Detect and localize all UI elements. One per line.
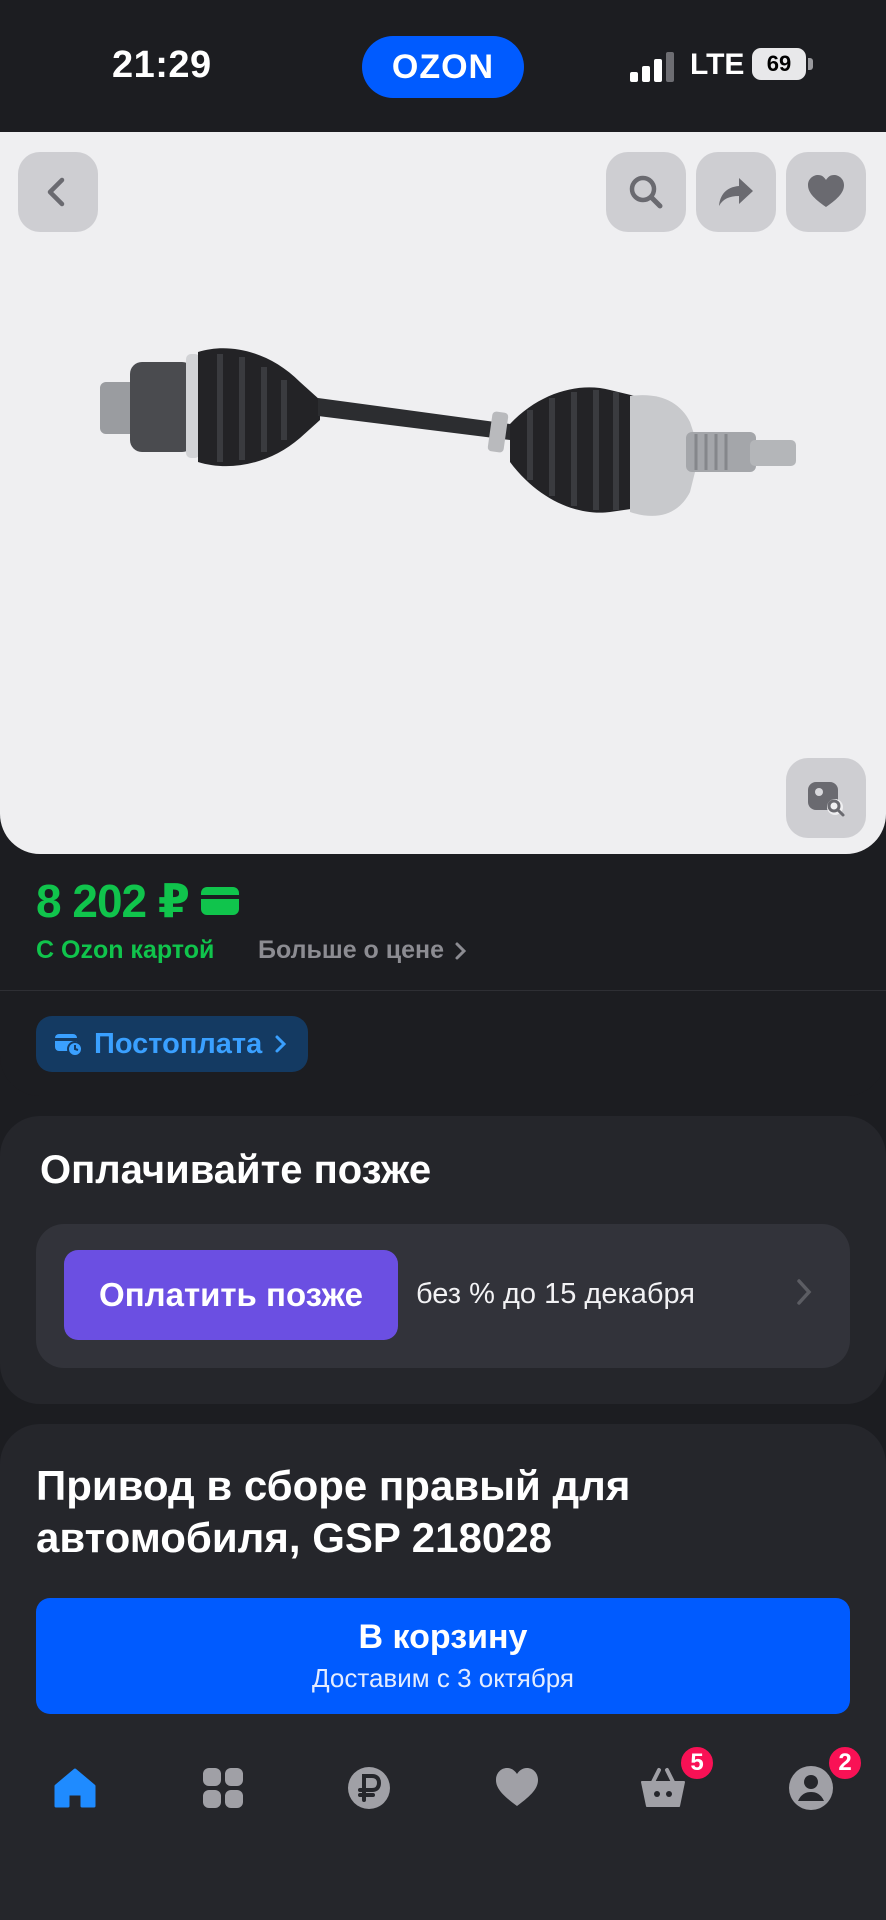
cart-badge: 5 xyxy=(678,1744,716,1782)
battery-icon: 69 xyxy=(752,48,806,80)
postpay-chip[interactable]: Постоплата xyxy=(36,1016,309,1072)
postpay-label: Постоплата xyxy=(94,1027,263,1060)
status-bar: 21:29 OZON LTE 69 xyxy=(0,0,886,132)
heart-icon xyxy=(496,1768,538,1806)
chevron-right-icon xyxy=(275,1035,287,1053)
price-card: 8 202 ₽ С Ozon картой Больше о цене Пост… xyxy=(0,854,886,1096)
back-button[interactable] xyxy=(18,152,98,232)
product-title: Привод в сборе правый для автомобиля, GS… xyxy=(36,1462,631,1561)
pay-later-card: Оплачивайте позже Оплатить позже без % д… xyxy=(0,1116,886,1404)
product-image[interactable] xyxy=(90,312,840,552)
search-icon xyxy=(629,175,663,209)
profile-badge: 2 xyxy=(826,1744,864,1782)
pay-later-terms: без % до 15 декабря xyxy=(416,1278,696,1310)
nav-catalog[interactable] xyxy=(188,1758,258,1818)
signal-icon xyxy=(630,52,674,82)
nav-finance[interactable] xyxy=(334,1758,404,1818)
image-search-icon xyxy=(808,782,845,817)
chevron-right-icon xyxy=(455,942,467,959)
pay-later-offer[interactable]: Оплатить позже без % до 15 декабря xyxy=(36,1224,850,1368)
status-time: 21:29 xyxy=(112,44,212,86)
divider xyxy=(0,990,886,991)
visual-search-button[interactable] xyxy=(786,758,866,838)
catalog-icon xyxy=(203,1768,243,1808)
product-gallery[interactable] xyxy=(0,132,886,854)
add-to-cart-button[interactable]: В корзину Доставим с 3 октября xyxy=(36,1598,850,1714)
ozon-card-icon xyxy=(200,887,239,915)
more-price-link[interactable]: Больше о цене xyxy=(258,936,468,965)
favorite-button[interactable] xyxy=(786,152,866,232)
chevron-right-icon xyxy=(797,1279,812,1305)
home-icon xyxy=(54,1768,96,1808)
pay-later-title: Оплачивайте позже xyxy=(40,1148,432,1192)
share-icon xyxy=(719,178,753,206)
ozon-logo[interactable]: OZON xyxy=(362,36,524,98)
pay-later-button[interactable]: Оплатить позже xyxy=(64,1250,398,1340)
ruble-icon xyxy=(348,1767,390,1809)
nav-home[interactable] xyxy=(40,1758,110,1818)
ozon-card-label: С Ozon картой xyxy=(36,936,215,964)
more-price-label: Больше о цене xyxy=(258,936,445,964)
chevron-left-icon xyxy=(47,177,65,207)
price-value: 8 202 ₽ xyxy=(36,875,190,927)
delivery-date: Доставим с 3 октября xyxy=(311,1663,575,1693)
search-button[interactable] xyxy=(606,152,686,232)
add-to-cart-label: В корзину xyxy=(358,1618,528,1656)
wallet-clock-icon xyxy=(55,1034,82,1057)
nav-favorites[interactable] xyxy=(482,1758,552,1818)
network-type: LTE xyxy=(690,48,745,81)
heart-icon xyxy=(808,175,844,207)
bottom-nav: 5 2 xyxy=(0,1738,886,1848)
battery-cap xyxy=(808,58,813,70)
share-button[interactable] xyxy=(696,152,776,232)
price-row[interactable]: 8 202 ₽ xyxy=(36,874,239,928)
